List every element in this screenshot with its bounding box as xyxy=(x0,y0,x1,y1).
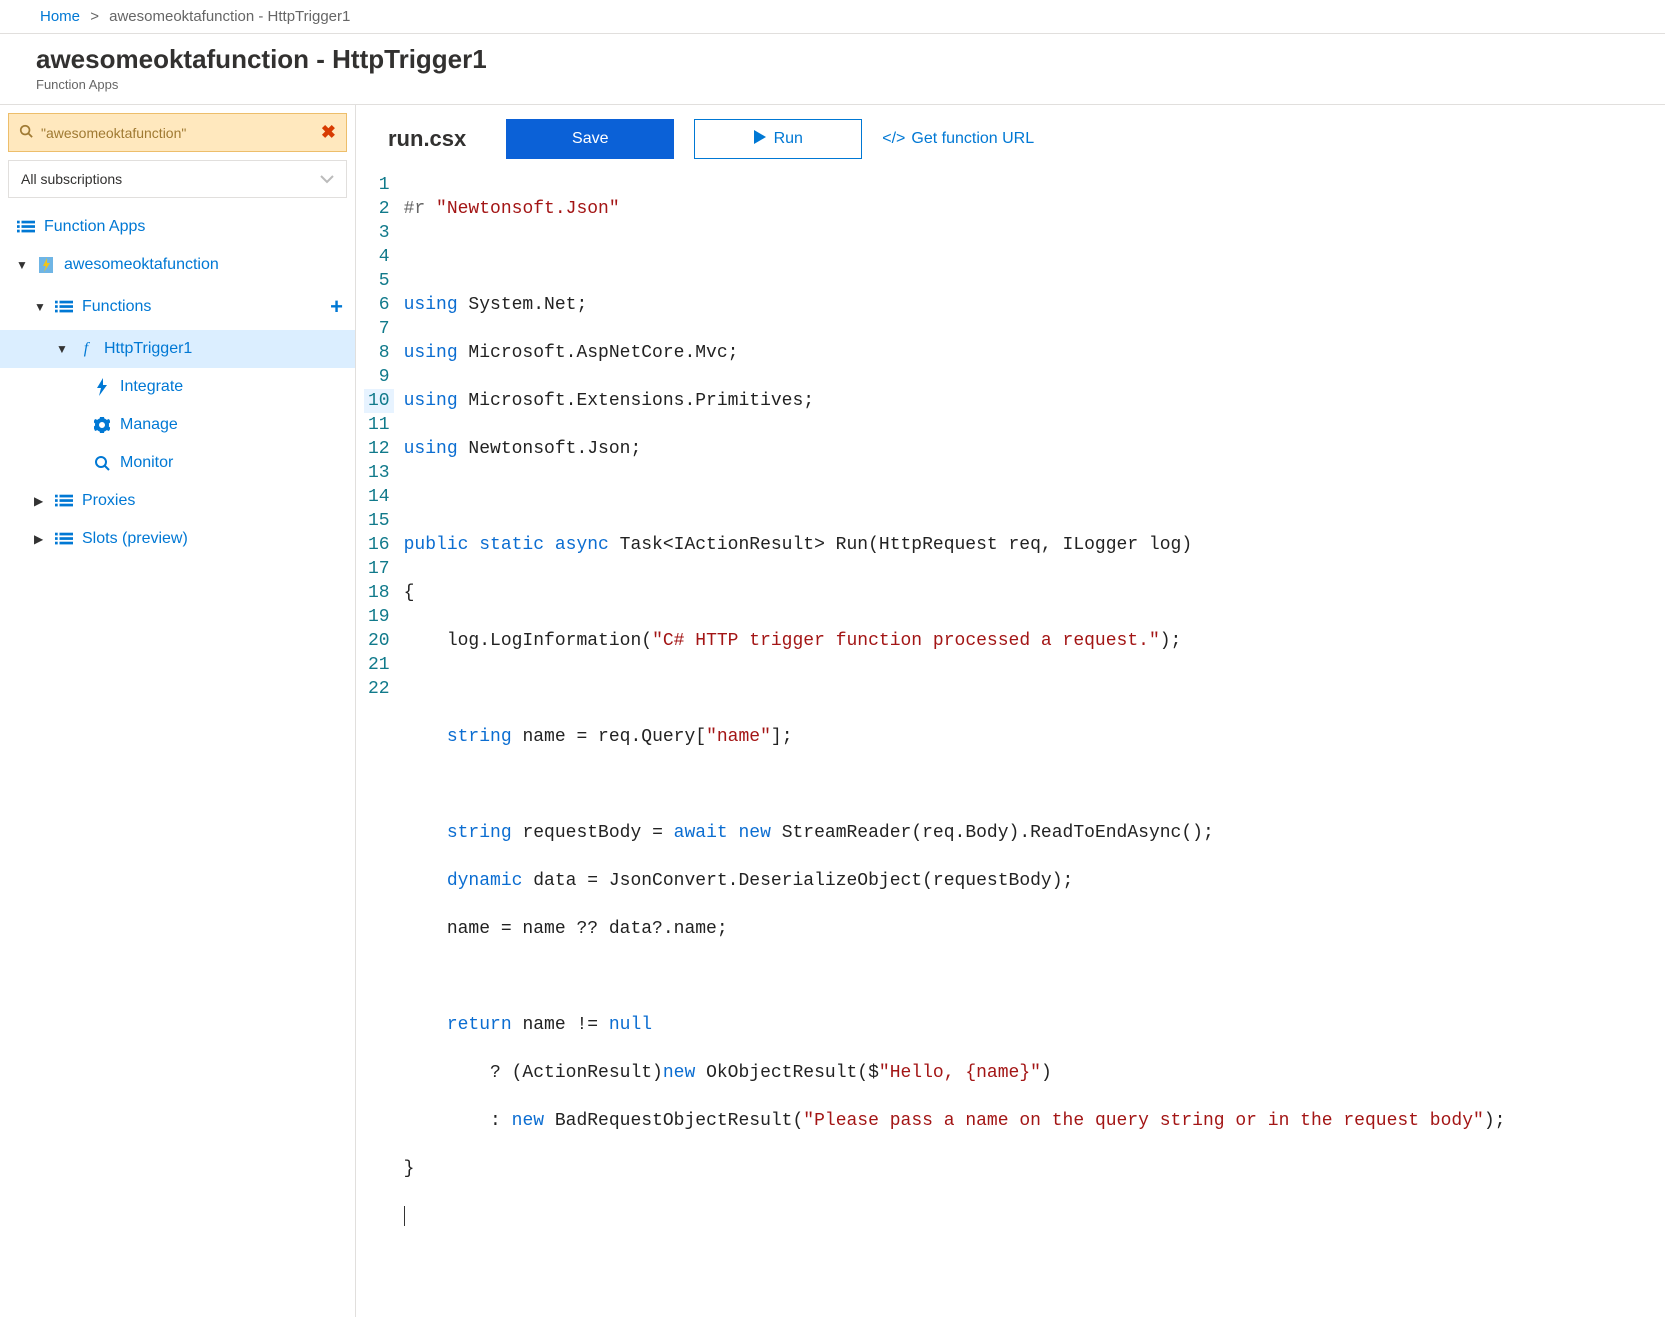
tree-app[interactable]: ▼ awesomeoktafunction xyxy=(0,246,355,284)
function-icon: f xyxy=(76,340,96,358)
tree-functions-label: Functions xyxy=(82,298,151,316)
lightning-icon xyxy=(92,378,112,396)
gear-icon xyxy=(92,417,112,433)
subscription-label: All subscriptions xyxy=(21,171,122,187)
add-function-icon[interactable]: + xyxy=(330,294,343,320)
line-gutter: 123456789 10111213141516171819202122 xyxy=(364,173,404,1277)
text-cursor xyxy=(404,1206,405,1226)
list-icon xyxy=(54,300,74,314)
subscription-dropdown[interactable]: All subscriptions xyxy=(8,160,347,198)
search-icon xyxy=(19,124,33,141)
sidebar-search[interactable]: "awesomeoktafunction" ✖ xyxy=(8,113,347,152)
tree-monitor-label: Monitor xyxy=(120,454,173,472)
page-title: awesomeoktafunction - HttpTrigger1 xyxy=(36,44,1629,75)
tree-slots-label: Slots (preview) xyxy=(82,530,188,548)
get-function-url-label: Get function URL xyxy=(911,130,1034,148)
tree-slots[interactable]: ▶ Slots (preview) xyxy=(0,520,355,558)
breadcrumb-separator: > xyxy=(84,8,105,25)
magnify-icon xyxy=(92,455,112,471)
tree-integrate[interactable]: Integrate xyxy=(0,368,355,406)
tree-functions[interactable]: ▼ Functions + xyxy=(0,284,355,330)
page-header: awesomeoktafunction - HttpTrigger1 Funct… xyxy=(0,34,1665,104)
search-text: "awesomeoktafunction" xyxy=(41,125,321,141)
sidebar: "awesomeoktafunction" ✖ All subscription… xyxy=(0,105,356,1317)
toolbar: run.csx Save Run </> Get function URL xyxy=(356,105,1665,173)
tree-monitor[interactable]: Monitor xyxy=(0,444,355,482)
tree-manage-label: Manage xyxy=(120,416,178,434)
caret-right-icon: ▶ xyxy=(34,494,48,508)
play-icon xyxy=(754,130,766,149)
get-function-url[interactable]: </> Get function URL xyxy=(882,130,1034,148)
list-icon xyxy=(54,532,74,546)
caret-right-icon: ▶ xyxy=(34,532,48,546)
list-icon xyxy=(16,220,36,234)
code-tag-icon: </> xyxy=(882,130,905,148)
run-button-label: Run xyxy=(774,130,803,148)
list-icon xyxy=(54,494,74,508)
content: run.csx Save Run </> Get function URL 12… xyxy=(356,105,1665,1317)
caret-down-icon: ▼ xyxy=(16,258,30,272)
tree-app-label: awesomeoktafunction xyxy=(64,256,219,274)
breadcrumb-current: awesomeoktafunction - HttpTrigger1 xyxy=(109,8,350,25)
breadcrumb: Home > awesomeoktafunction - HttpTrigger… xyxy=(0,0,1665,33)
tree-proxies-label: Proxies xyxy=(82,492,135,510)
tree-httptrigger1-label: HttpTrigger1 xyxy=(104,340,192,358)
chevron-down-icon xyxy=(320,171,334,187)
save-button[interactable]: Save xyxy=(506,119,674,159)
tree-integrate-label: Integrate xyxy=(120,378,183,396)
breadcrumb-home[interactable]: Home xyxy=(40,8,80,25)
tree-root-function-apps[interactable]: Function Apps xyxy=(0,208,355,246)
page-subtitle: Function Apps xyxy=(36,77,1629,92)
filename: run.csx xyxy=(388,126,466,152)
tree-httptrigger1[interactable]: ▼ f HttpTrigger1 xyxy=(0,330,355,368)
code-editor[interactable]: 123456789 10111213141516171819202122 #r … xyxy=(356,173,1665,1277)
tree-proxies[interactable]: ▶ Proxies xyxy=(0,482,355,520)
caret-down-icon: ▼ xyxy=(34,300,48,314)
clear-search-icon[interactable]: ✖ xyxy=(321,122,336,143)
tree-root-label: Function Apps xyxy=(44,218,145,236)
caret-down-icon: ▼ xyxy=(56,342,70,356)
function-app-icon xyxy=(36,256,56,274)
sidebar-tree: Function Apps ▼ awesomeoktafunction ▼ Fu… xyxy=(0,208,355,558)
code-body[interactable]: #r "Newtonsoft.Json" using System.Net; u… xyxy=(404,173,1506,1277)
tree-manage[interactable]: Manage xyxy=(0,406,355,444)
run-button[interactable]: Run xyxy=(694,119,862,159)
